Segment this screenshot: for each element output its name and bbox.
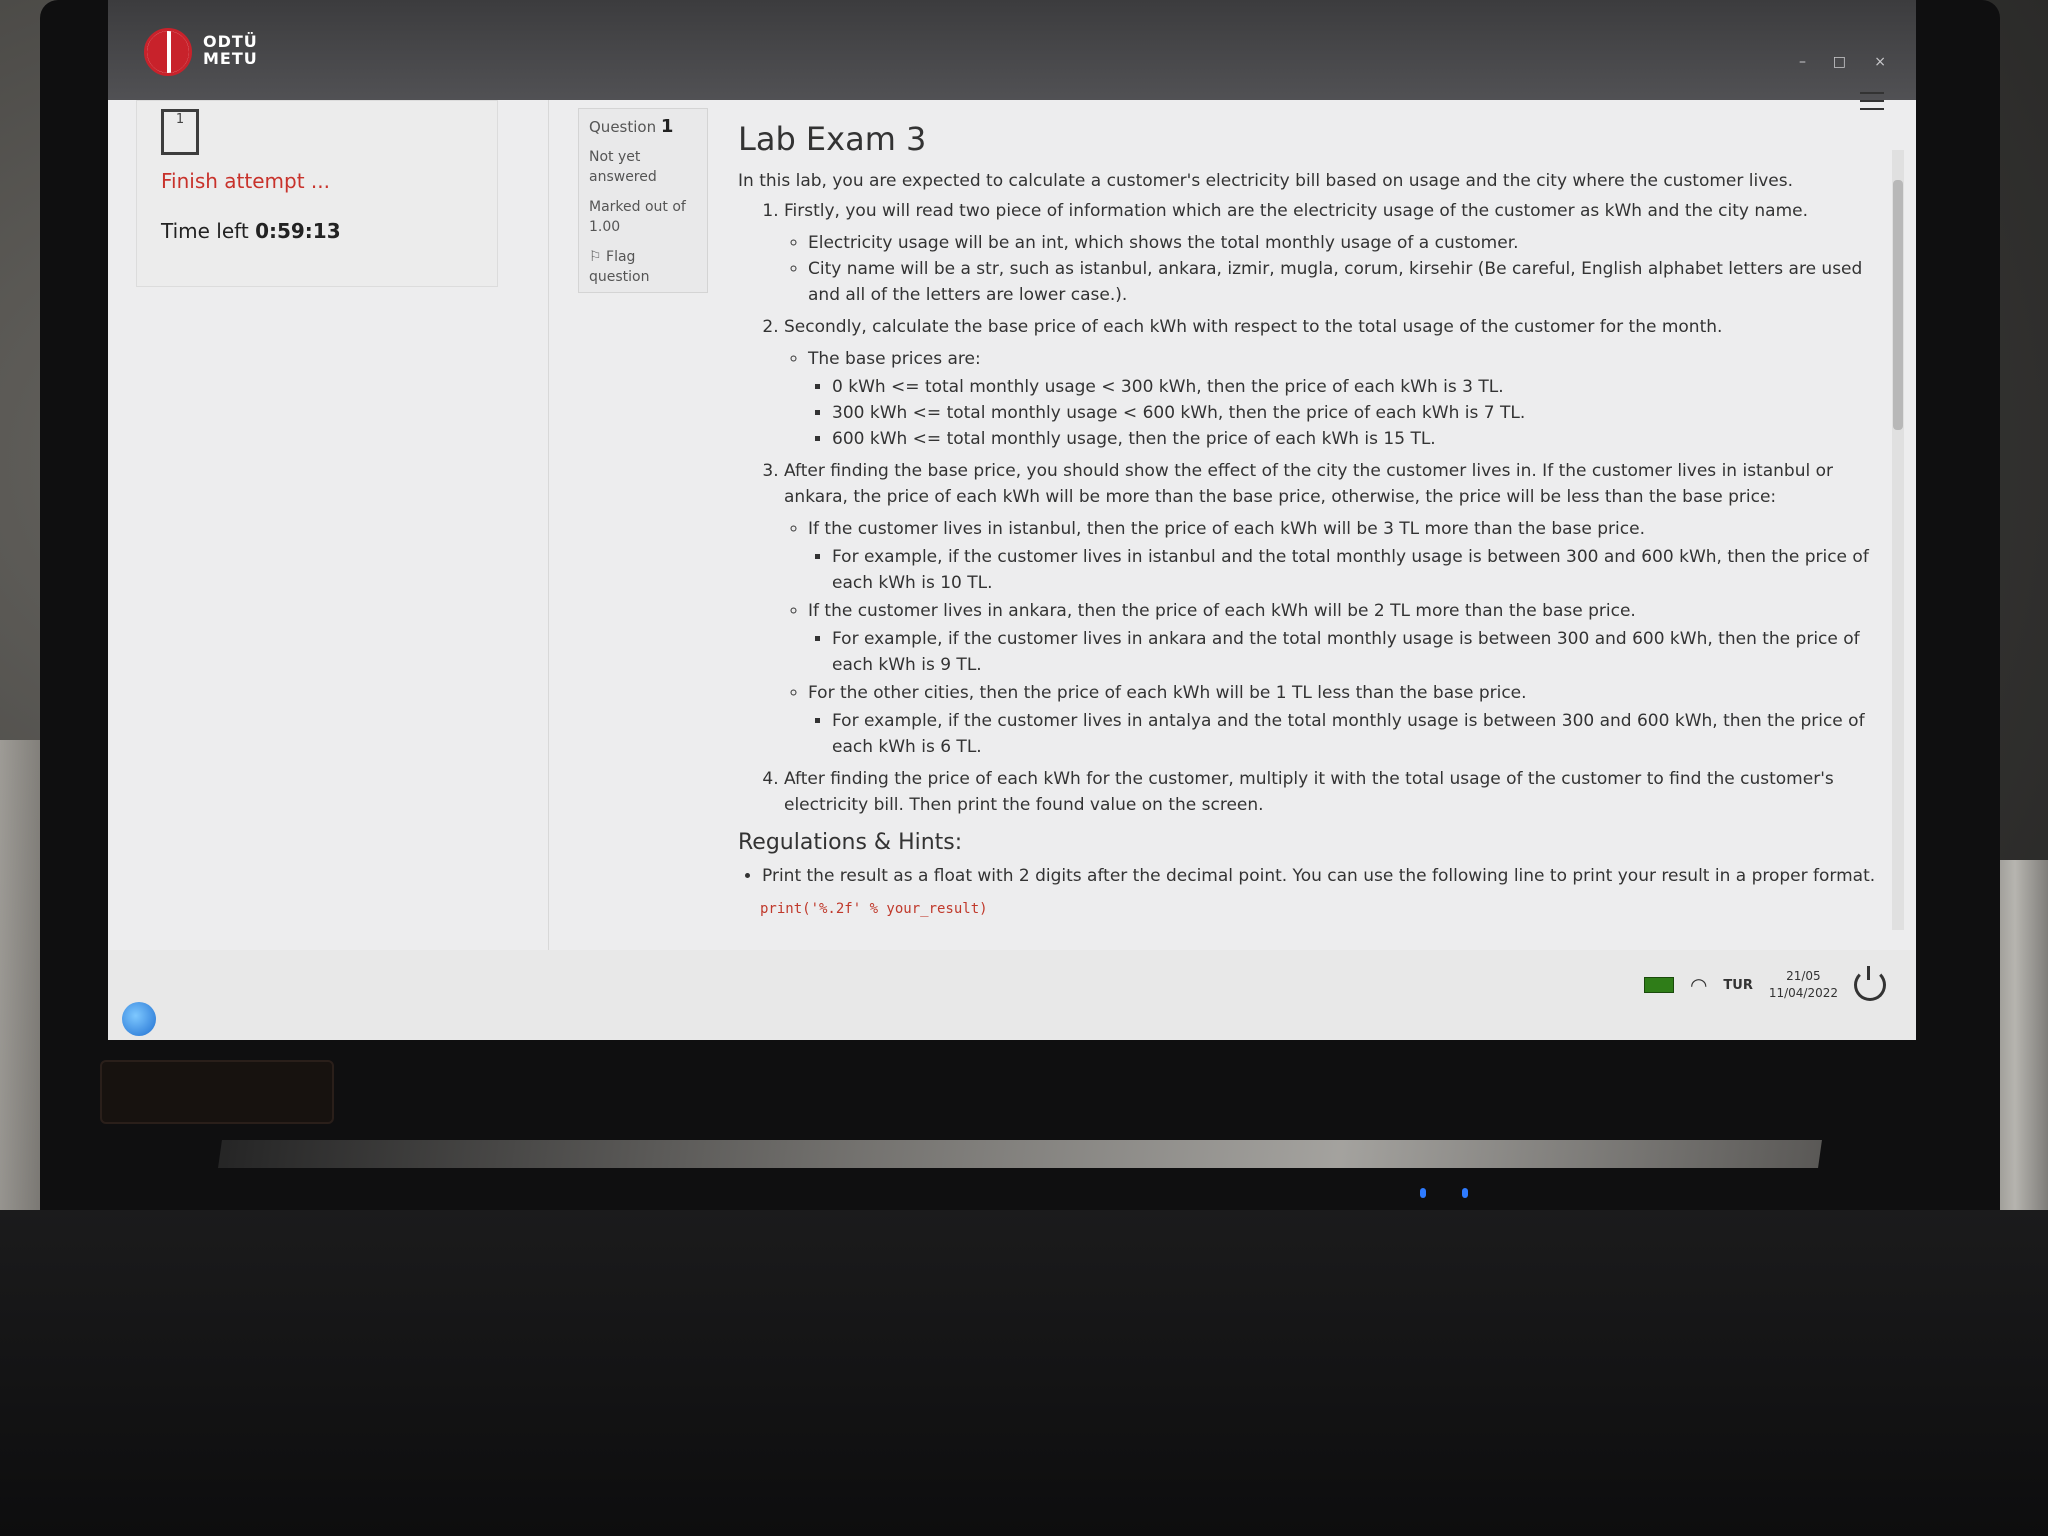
- step-1-item: City name will be a str, such as istanbu…: [808, 256, 1888, 308]
- price-list: 0 kWh <= total monthly usage < 300 kWh, …: [808, 374, 1888, 452]
- language-indicator[interactable]: TUR: [1723, 978, 1752, 993]
- city-rule-text: If the customer lives in istanbul, then …: [808, 519, 1645, 539]
- price-item: 600 kWh <= total monthly usage, then the…: [832, 426, 1888, 452]
- flag-icon: ⚐: [589, 249, 602, 265]
- step-3: After finding the base price, you should…: [784, 458, 1888, 760]
- step-3-text: After finding the base price, you should…: [784, 461, 1833, 507]
- intro-text: In this lab, you are expected to calcula…: [738, 171, 1794, 191]
- step-1-sublist: Electricity usage will be an int, which …: [784, 230, 1888, 308]
- metu-logo-icon[interactable]: [144, 28, 192, 76]
- menu-icon[interactable]: [1860, 92, 1884, 112]
- price-item: 300 kWh <= total monthly usage < 600 kWh…: [832, 400, 1888, 426]
- close-button[interactable]: ×: [1874, 54, 1886, 70]
- example-list: For example, if the customer lives in is…: [808, 544, 1888, 596]
- step-2-sublist: The base prices are: 0 kWh <= total mont…: [784, 346, 1888, 452]
- example-item: For example, if the customer lives in is…: [832, 544, 1888, 596]
- question-content: Lab Exam 3 In this lab, you are expected…: [738, 120, 1888, 980]
- question-info: Question 1 Not yet answered Marked out o…: [578, 108, 708, 293]
- power-icon[interactable]: [1854, 966, 1886, 1001]
- clock-time: 21/05: [1786, 969, 1821, 983]
- keyboard-deck: [0, 1210, 2048, 1536]
- finish-attempt-link[interactable]: Finish attempt ...: [161, 169, 330, 193]
- step-1-item: Electricity usage will be an int, which …: [808, 230, 1888, 256]
- battery-icon[interactable]: [1643, 977, 1674, 993]
- clock[interactable]: 21/05 11/04/2022: [1769, 968, 1838, 1002]
- question-grade: Marked out of 1.00: [589, 197, 697, 237]
- status-led: [1462, 1188, 1468, 1198]
- logo-text: ODTÜ METU: [203, 33, 258, 67]
- logo-line2: METU: [203, 49, 258, 68]
- step-4: After finding the price of each kWh for …: [784, 766, 1888, 818]
- question-number: 1: [660, 116, 674, 137]
- scrollbar[interactable]: [1892, 150, 1904, 930]
- time-left-value: 0:59:13: [255, 219, 341, 243]
- hinge-strip: [218, 1140, 1822, 1168]
- quiz-navigation: 1 Finish attempt ... Time left 0:59:13: [136, 100, 498, 287]
- status-led: [1420, 1188, 1426, 1198]
- top-navbar: ODTÜ METU – □ ×: [108, 0, 1916, 100]
- laptop-badge: [100, 1060, 334, 1124]
- question-label: Question 1: [589, 117, 697, 137]
- example-list: For example, if the customer lives in an…: [808, 708, 1888, 760]
- column-divider: [548, 100, 549, 980]
- city-rule: For the other cities, then the price of …: [808, 680, 1888, 760]
- status-line2: answered: [589, 169, 657, 185]
- step-2-item: The base prices are: 0 kWh <= total mont…: [808, 346, 1888, 452]
- base-prices-label: The base prices are:: [808, 349, 981, 369]
- hints-title: Regulations & Hints:: [738, 830, 963, 855]
- status-line1: Not yet: [589, 149, 641, 165]
- city-rule-text: For the other cities, then the price of …: [808, 683, 1527, 703]
- hints-list: Print the result as a float with 2 digit…: [738, 863, 1888, 889]
- price-item: 0 kWh <= total monthly usage < 300 kWh, …: [832, 374, 1888, 400]
- marked-line2: 1.00: [589, 219, 621, 235]
- example-item: For example, if the customer lives in an…: [832, 708, 1888, 760]
- example-item: For example, if the customer lives in an…: [832, 626, 1888, 678]
- city-rule-text: If the customer lives in ankara, then th…: [808, 601, 1636, 621]
- step-1-text: Firstly, you will read two piece of info…: [784, 201, 1808, 221]
- step-2: Secondly, calculate the base price of ea…: [784, 314, 1888, 452]
- question-label-text: Question: [589, 118, 657, 136]
- hint-item: Print the result as a float with 2 digit…: [762, 863, 1888, 889]
- clock-date: 11/04/2022: [1768, 986, 1838, 1000]
- step-2-text: Secondly, calculate the base price of ea…: [784, 317, 1723, 337]
- question-status: Not yet answered: [589, 147, 697, 187]
- timer: Time left 0:59:13: [161, 219, 341, 243]
- code-snippet: print('%.2f' % your_result): [760, 901, 988, 917]
- step-3-sublist: If the customer lives in istanbul, then …: [784, 516, 1888, 760]
- example-list: For example, if the customer lives in an…: [808, 626, 1888, 678]
- city-rule: If the customer lives in ankara, then th…: [808, 598, 1888, 678]
- city-rule: If the customer lives in istanbul, then …: [808, 516, 1888, 596]
- taskbar: ◠ TUR 21/05 11/04/2022: [108, 950, 1916, 1040]
- question-nav-button[interactable]: 1: [161, 109, 199, 155]
- system-tray: ◠ TUR 21/05 11/04/2022: [1643, 966, 1886, 1002]
- logo-line1: ODTÜ: [203, 32, 258, 51]
- screen: ODTÜ METU – □ × 1 Finish attempt ... Tim…: [108, 0, 1916, 1040]
- start-button-icon[interactable]: [122, 1002, 156, 1036]
- scroll-thumb[interactable]: [1893, 180, 1903, 430]
- maximize-button[interactable]: □: [1833, 54, 1846, 70]
- exam-title: Lab Exam 3: [738, 120, 927, 158]
- flag-question-button[interactable]: ⚐ Flag question: [589, 247, 697, 287]
- marked-line1: Marked out of: [589, 199, 686, 215]
- steps-list: Firstly, you will read two piece of info…: [738, 198, 1888, 818]
- minimize-button[interactable]: –: [1799, 54, 1806, 70]
- step-1: Firstly, you will read two piece of info…: [784, 198, 1888, 308]
- wifi-icon[interactable]: ◠: [1690, 973, 1707, 997]
- time-left-label: Time left: [161, 219, 249, 243]
